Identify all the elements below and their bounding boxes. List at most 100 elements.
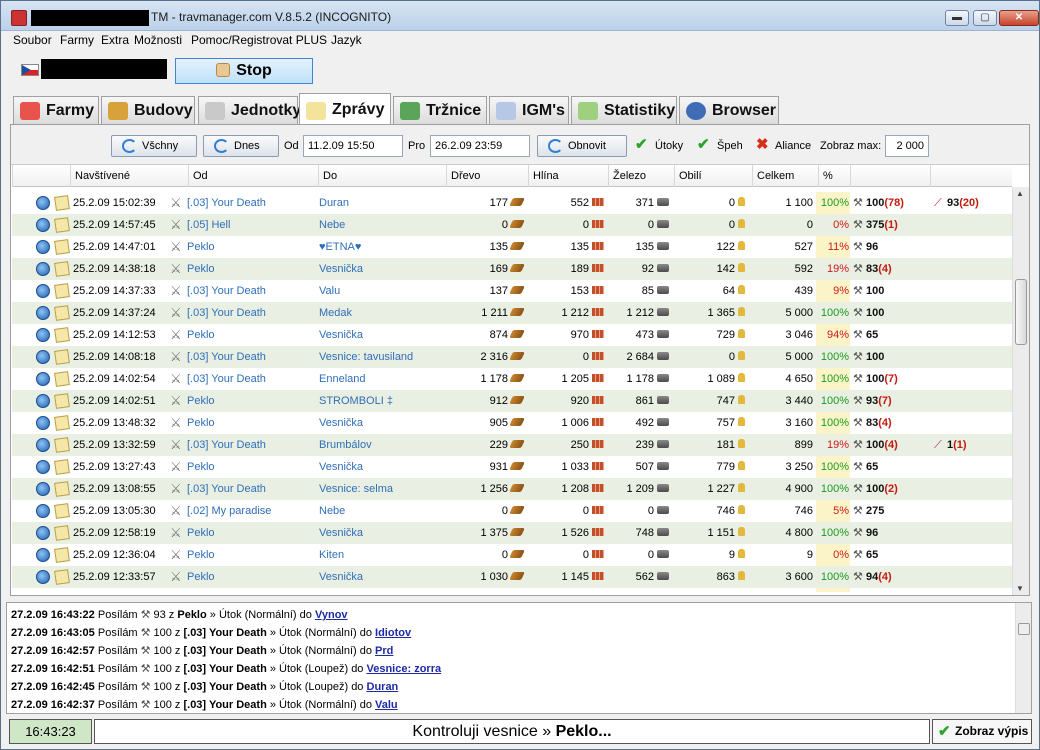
table-row[interactable]: 25.2.09 12:33:57 ⚔ Peklo Vesnička 1 030 1 145…	[12, 566, 1012, 588]
report-icon[interactable]	[54, 393, 70, 409]
tab-trznice[interactable]: Tržnice	[393, 96, 487, 124]
show-log-button[interactable]: ✔ Zobraz výpis	[932, 719, 1032, 744]
from-village[interactable]: Peklo	[187, 456, 215, 478]
from-date-input[interactable]: 11.2.09 15:50	[303, 135, 403, 157]
to-date-input[interactable]: 26.2.09 23:59	[430, 135, 530, 157]
to-village[interactable]: Vesnice: tavusiland	[319, 346, 413, 368]
from-village[interactable]: [.03] Your Death	[187, 346, 266, 368]
menu-extra[interactable]: Extra	[101, 33, 129, 47]
to-village[interactable]: Duran	[319, 192, 349, 214]
table-row[interactable]: 25.2.09 15:02:39 ⚔ [.03] Your Death Duran 17…	[12, 192, 1012, 214]
header-crop[interactable]: Obilí	[674, 165, 752, 187]
from-village[interactable]: [.03] Your Death	[187, 302, 266, 324]
globe-icon[interactable]	[36, 394, 50, 408]
from-village[interactable]: [.05] Hell	[187, 214, 230, 236]
to-village[interactable]: Vesnička	[319, 456, 363, 478]
spy-check-icon[interactable]: ✔	[697, 137, 710, 152]
report-icon[interactable]	[54, 459, 70, 475]
header-to[interactable]: Do	[318, 165, 446, 187]
to-village[interactable]: ♥ETNA♥	[319, 236, 361, 258]
log-target-link[interactable]: Prd	[375, 645, 393, 657]
to-village[interactable]: Vesnička	[319, 258, 363, 280]
header-defense[interactable]	[930, 165, 1012, 187]
header-wood[interactable]: Dřevo	[446, 165, 528, 187]
tab-farmy[interactable]: Farmy	[13, 96, 99, 124]
scroll-down-icon[interactable]: ▼	[1016, 584, 1024, 593]
to-village[interactable]: Nebe	[319, 214, 345, 236]
attacks-label[interactable]: Útoky	[655, 140, 683, 152]
table-row[interactable]: 25.2.09 13:08:55 ⚔ [.03] Your Death Vesnice…	[12, 478, 1012, 500]
table-row[interactable]: 25.2.09 13:32:59 ⚔ [.03] Your Death Brumbál…	[12, 434, 1012, 456]
from-village[interactable]: [.03] Your Death	[187, 478, 266, 500]
globe-icon[interactable]	[36, 526, 50, 540]
report-icon[interactable]	[54, 503, 70, 519]
tab-statistiky[interactable]: Statistiky	[571, 96, 677, 124]
from-village[interactable]: Peklo	[187, 566, 215, 588]
tab-igms[interactable]: IGM's	[489, 96, 569, 124]
all-button[interactable]: Všchny	[111, 135, 197, 157]
refresh-button[interactable]: Obnovit	[537, 135, 627, 157]
from-village[interactable]: [.03] Your Death	[187, 280, 266, 302]
to-village[interactable]: Valu	[319, 280, 340, 302]
report-icon[interactable]	[54, 415, 70, 431]
table-row[interactable]: 25.2.09 12:58:19 ⚔ Peklo Vesnička 1 375 1 526…	[12, 522, 1012, 544]
header-iron[interactable]: Železo	[608, 165, 674, 187]
from-village[interactable]: [.03] Your Death	[187, 368, 266, 390]
stop-button[interactable]: Stop	[175, 58, 313, 84]
maximize-button[interactable]: ▢	[973, 10, 997, 26]
globe-icon[interactable]	[36, 350, 50, 364]
globe-icon[interactable]	[36, 240, 50, 254]
to-village[interactable]: Vesnice: selma	[319, 478, 393, 500]
report-icon[interactable]	[54, 195, 70, 211]
from-village[interactable]: Peklo	[187, 522, 215, 544]
header-total[interactable]: Celkem	[752, 165, 818, 187]
from-village[interactable]: Peklo	[187, 412, 215, 434]
table-row[interactable]: 25.2.09 14:02:51 ⚔ Peklo STROMBOLI ‡ 912 920 8…	[12, 390, 1012, 412]
scroll-up-icon[interactable]: ▲	[1016, 189, 1024, 198]
table-row[interactable]: 25.2.09 14:38:18 ⚔ Peklo Vesnička 169 189 92 14…	[12, 258, 1012, 280]
table-row[interactable]: 25.2.09 14:37:33 ⚔ [.03] Your Death Valu 137…	[12, 280, 1012, 302]
from-village[interactable]: [.03] Your Death	[187, 434, 266, 456]
log-scrollbar[interactable]	[1015, 603, 1031, 713]
report-icon[interactable]	[54, 349, 70, 365]
report-icon[interactable]	[54, 481, 70, 497]
to-village[interactable]: Vesnička	[319, 412, 363, 434]
report-icon[interactable]	[54, 327, 70, 343]
scroll-thumb[interactable]	[1015, 279, 1027, 345]
alliance-label[interactable]: Aliance	[775, 140, 811, 152]
report-icon[interactable]	[54, 525, 70, 541]
globe-icon[interactable]	[36, 262, 50, 276]
header-percent[interactable]: %	[818, 165, 850, 187]
from-village[interactable]: Peklo	[187, 544, 215, 566]
report-icon[interactable]	[54, 261, 70, 277]
log-scroll-thumb[interactable]	[1018, 623, 1030, 635]
tab-budovy[interactable]: Budovy	[101, 96, 195, 124]
tab-browser[interactable]: Browser	[679, 96, 779, 124]
report-icon[interactable]	[54, 371, 70, 387]
to-village[interactable]: Nebe	[319, 500, 345, 522]
table-row[interactable]: 25.2.09 14:08:18 ⚔ [.03] Your Death Vesnice…	[12, 346, 1012, 368]
tab-zpravy[interactable]: Zprávy	[299, 93, 391, 124]
globe-icon[interactable]	[36, 416, 50, 430]
header-from[interactable]: Od	[188, 165, 318, 187]
table-row[interactable]: 25.2.09 14:02:54 ⚔ [.03] Your Death Ennelan…	[12, 368, 1012, 390]
from-village[interactable]: Peklo	[187, 236, 215, 258]
table-row[interactable]: 25.2.09 14:12:53 ⚔ Peklo Vesnička 874 970 473 7…	[12, 324, 1012, 346]
globe-icon[interactable]	[36, 570, 50, 584]
from-village[interactable]: Peklo	[187, 390, 215, 412]
to-village[interactable]: Vesnička	[319, 566, 363, 588]
globe-icon[interactable]	[36, 218, 50, 232]
report-icon[interactable]	[54, 239, 70, 255]
globe-icon[interactable]	[36, 504, 50, 518]
report-icon[interactable]	[54, 547, 70, 563]
globe-icon[interactable]	[36, 460, 50, 474]
table-row[interactable]: 25.2.09 13:27:43 ⚔ Peklo Vesnička 931 1 033 50…	[12, 456, 1012, 478]
to-village[interactable]: Vesnička	[319, 324, 363, 346]
menu-moznosti[interactable]: Možnosti	[134, 33, 182, 47]
header-visited[interactable]: Navštívené	[70, 165, 188, 187]
alliance-x-icon[interactable]: ✖	[756, 137, 769, 152]
globe-icon[interactable]	[36, 306, 50, 320]
menu-soubor[interactable]: Soubor	[13, 33, 52, 47]
close-button[interactable]: ✕	[999, 10, 1039, 26]
header-troops[interactable]	[850, 165, 930, 187]
